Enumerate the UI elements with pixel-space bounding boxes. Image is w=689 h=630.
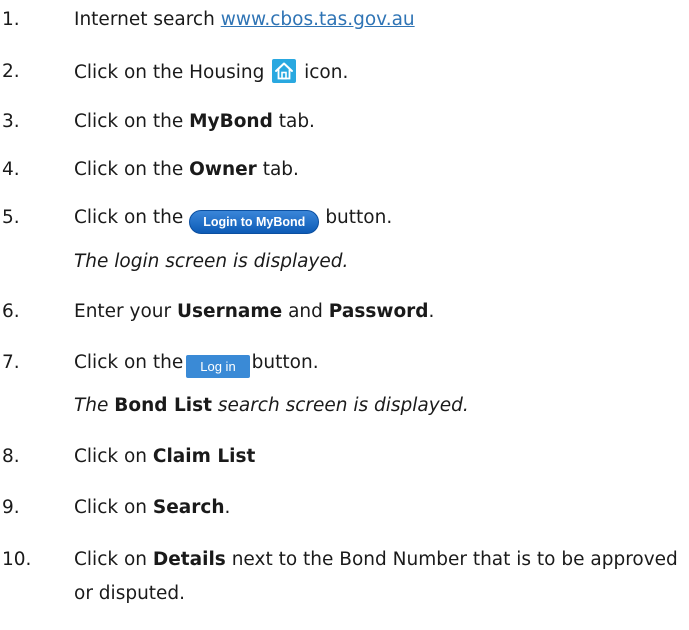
step-text: Click on Claim List <box>74 444 255 470</box>
step-text: Click on the Housing icon. <box>74 59 348 86</box>
password-label: Password <box>328 301 429 322</box>
username-label: Username <box>177 301 283 322</box>
step-text: Click on Search. <box>74 495 230 521</box>
step-suffix: . <box>428 301 435 322</box>
step-text: Enter your Username and Password. <box>74 299 434 325</box>
step-7-note: The Bond List search screen is displayed… <box>74 393 469 419</box>
cbos-website-link[interactable]: www.cbos.tas.gov.au <box>221 9 415 30</box>
log-in-button[interactable]: Log in <box>186 355 250 378</box>
step-suffix: icon. <box>304 62 349 83</box>
bond-list-label: Bond List <box>114 395 212 416</box>
search-label: Search <box>152 497 225 518</box>
step-prefix: Click on <box>74 497 153 518</box>
step-middle: and <box>282 301 329 322</box>
step-suffix: tab. <box>272 111 315 132</box>
step-prefix: Click on the <box>74 159 190 180</box>
step-5-note: The login screen is displayed. <box>74 251 349 272</box>
step-text: Click on Details next to the Bond Number… <box>74 543 684 611</box>
details-label: Details <box>152 549 226 570</box>
home-icon[interactable] <box>272 59 297 83</box>
step-number: 3. <box>2 111 20 132</box>
step-prefix: Click on the <box>74 207 184 228</box>
step-text: Click on the Login to MyBond button. <box>74 205 392 234</box>
step-suffix: tab. <box>256 159 299 180</box>
step-text: Click on the Log in button. <box>74 350 319 378</box>
step-suffix: button. <box>325 207 393 228</box>
step-text: Click on the MyBond tab. <box>74 109 315 135</box>
step-number: 5. <box>2 207 20 228</box>
note-suffix: search screen is displayed. <box>211 395 469 416</box>
step-prefix: Enter your <box>74 301 178 322</box>
step-prefix: Click on the <box>74 352 184 373</box>
step-suffix: . <box>224 497 231 518</box>
login-to-mybond-button[interactable]: Login to MyBond <box>189 210 320 234</box>
step-text: Internet search www.cbos.tas.gov.au <box>74 7 415 33</box>
step-prefix: Click on the <box>74 111 190 132</box>
step-number: 7. <box>2 352 20 373</box>
step-number: 2. <box>2 61 20 82</box>
note-prefix: The <box>74 395 115 416</box>
step-number: 4. <box>2 159 20 180</box>
owner-tab-label: Owner <box>189 159 257 180</box>
step-number: 6. <box>2 301 20 322</box>
step-prefix: Click on <box>74 549 153 570</box>
step-text: Click on the Owner tab. <box>74 157 299 183</box>
mybond-tab-label: MyBond <box>189 111 273 132</box>
step-prefix: Click on <box>74 446 153 467</box>
claim-list-label: Claim List <box>152 446 256 467</box>
step-number: 9. <box>2 497 20 518</box>
step-number: 1. <box>2 9 20 30</box>
step-prefix: Internet search <box>74 9 221 30</box>
step-prefix: Click on the Housing <box>74 62 265 83</box>
step-number: 10. <box>2 549 32 570</box>
step-suffix: button. <box>251 352 319 373</box>
step-number: 8. <box>2 446 20 467</box>
